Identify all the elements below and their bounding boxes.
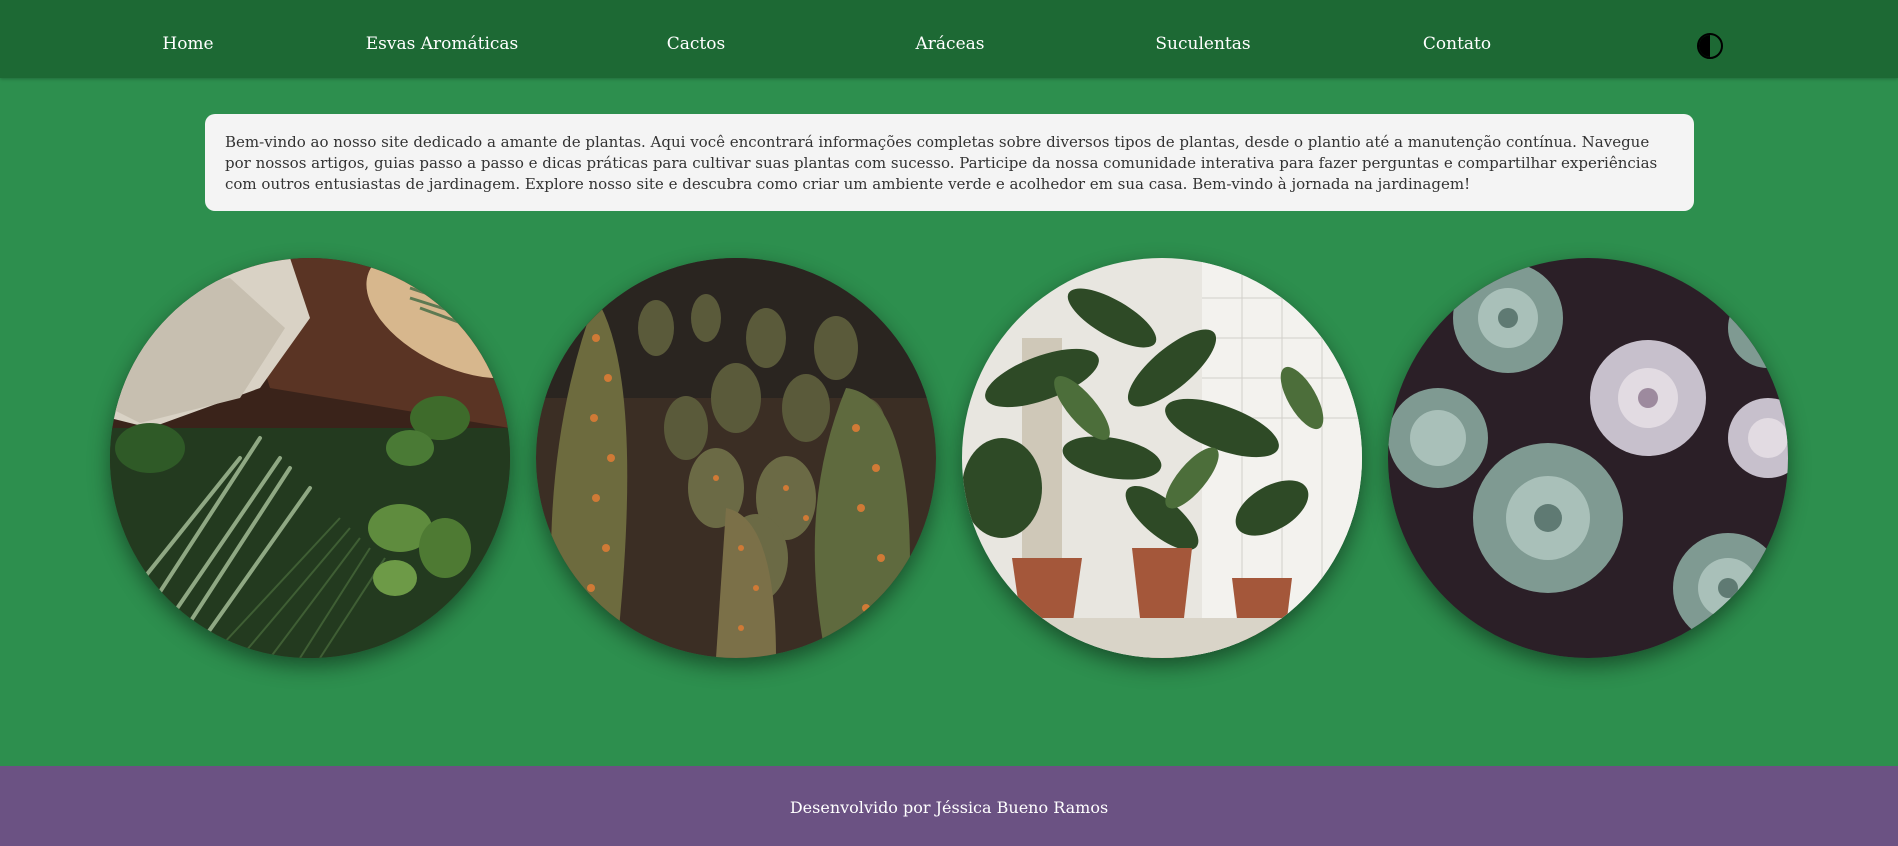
nav-link-ervas-aromaticas[interactable]: Esvas Aromáticas bbox=[366, 34, 519, 54]
footer: Desenvolvido por Jéssica Bueno Ramos bbox=[0, 766, 1898, 846]
footer-credit: Desenvolvido por Jéssica Bueno Ramos bbox=[789, 798, 1109, 817]
cactus-photo bbox=[536, 258, 936, 658]
aroid-plants-photo bbox=[962, 258, 1362, 658]
herbs-photo bbox=[110, 258, 510, 658]
nav-link-cactos[interactable]: Cactos bbox=[667, 34, 725, 54]
intro-text: Bem-vindo ao nosso site dedicado a amant… bbox=[225, 133, 1658, 193]
navbar: Home Esvas Aromáticas Cactos Aráceas Suc… bbox=[0, 0, 1898, 78]
nav-link-araceas[interactable]: Aráceas bbox=[916, 34, 985, 54]
cactus-illustration bbox=[536, 258, 936, 658]
nav-link-suculentas[interactable]: Suculentas bbox=[1155, 34, 1250, 54]
succulents-illustration bbox=[1388, 258, 1788, 658]
nav-link-contato[interactable]: Contato bbox=[1423, 34, 1491, 54]
nav-link-home[interactable]: Home bbox=[162, 34, 213, 54]
aroid-illustration bbox=[962, 258, 1362, 658]
herbs-illustration bbox=[110, 258, 510, 658]
intro-card: Bem-vindo ao nosso site dedicado a amant… bbox=[205, 114, 1694, 211]
succulents-photo bbox=[1388, 258, 1788, 658]
contrast-icon[interactable] bbox=[1697, 33, 1723, 59]
